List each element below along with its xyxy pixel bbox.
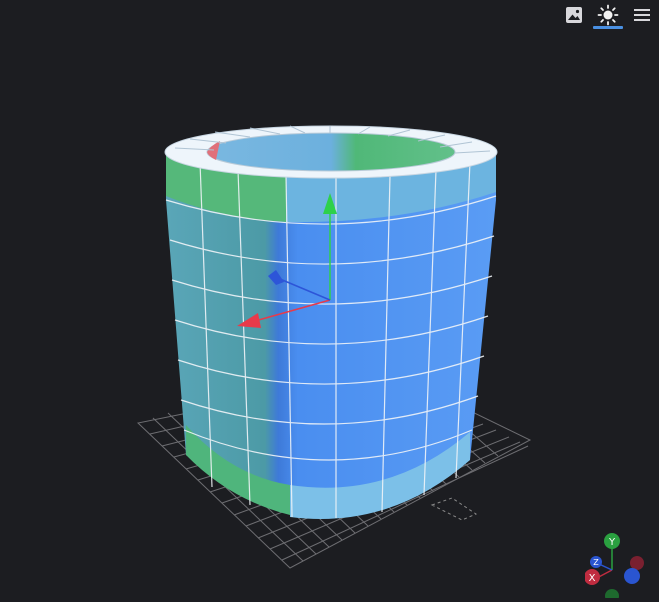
sun-icon [597,4,619,26]
x-label: X [589,573,596,584]
cylinder-mesh[interactable] [164,125,498,520]
viewport-toolbar [557,0,659,32]
neg-y-handle[interactable] [605,589,619,598]
floor-axis-hint [430,497,478,521]
image-icon [566,7,582,23]
y-label: Y [608,537,616,548]
lighting-button[interactable] [591,0,625,30]
neg-x-handle[interactable] [630,556,644,570]
3d-viewport[interactable] [0,0,659,602]
z-label: Z [593,558,599,567]
view-orientation-gizmo[interactable]: Y Z X [585,526,655,598]
neg-z-handle[interactable] [624,568,640,584]
menu-icon [634,9,650,21]
menu-button[interactable] [625,0,659,30]
screenshot-button[interactable] [557,0,591,30]
